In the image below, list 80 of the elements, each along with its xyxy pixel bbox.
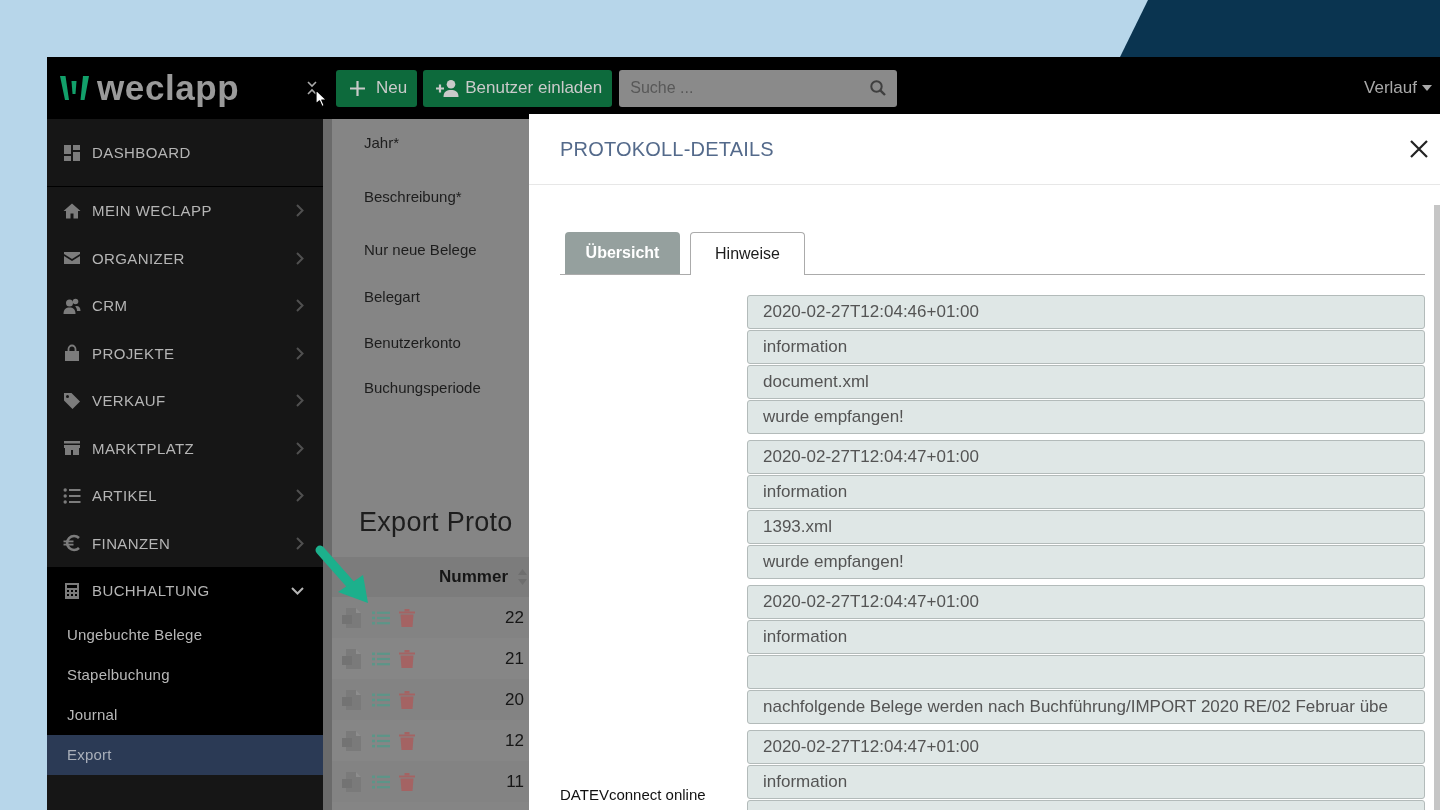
trash-icon[interactable]	[399, 731, 415, 750]
bag-icon	[63, 344, 81, 363]
trash-icon[interactable]	[399, 690, 415, 709]
sidebar-item[interactable]: VERKAUF	[47, 377, 323, 425]
readonly-field: nachfolgende Belege werden nach Buchführung/IMPORT 2020 RE/02 Februar übe	[747, 690, 1425, 724]
sidebar-item[interactable]: MEIN WECLAPP	[47, 187, 323, 235]
new-button[interactable]: Neu	[336, 69, 418, 107]
table-cell: 12	[505, 730, 524, 751]
close-button[interactable]	[1410, 140, 1428, 158]
invite-user-button[interactable]: Benutzer einladen	[423, 69, 613, 107]
form-label: Beschreibung*	[364, 187, 462, 207]
form-label: Benutzerkonto	[364, 333, 461, 353]
readonly-field: information	[747, 330, 1425, 364]
readonly-field: wurde empfangen!	[747, 545, 1425, 579]
logo-text[interactable]: weclapp	[97, 68, 240, 108]
submenu-item[interactable]: Ungebuchte Belege	[47, 614, 323, 655]
tab[interactable]: Hinweise	[690, 232, 805, 275]
field-label: DATEVconnect online	[560, 786, 706, 804]
tag-icon	[63, 391, 81, 410]
list-icon	[63, 486, 81, 505]
section-heading: Export Proto	[359, 506, 513, 539]
users-icon	[63, 296, 81, 315]
home-icon	[63, 201, 81, 220]
sidebar-item[interactable]: ARTIKEL	[47, 472, 323, 520]
history-menu[interactable]: Verlauf	[1364, 78, 1432, 98]
document-icon[interactable]	[342, 688, 362, 711]
sidebar-item[interactable]: PROJEKTE	[47, 329, 323, 377]
logo-icon	[60, 75, 89, 101]
submenu-item[interactable]: Journal	[47, 694, 323, 735]
readonly-field: information	[747, 765, 1425, 799]
document-icon[interactable]	[342, 606, 362, 629]
readonly-field: information	[747, 475, 1425, 509]
readonly-field: information	[747, 620, 1425, 654]
mouse-cursor-icon	[315, 89, 328, 108]
readonly-field: 2020-02-27T12:04:47+01:00	[747, 730, 1425, 764]
sidebar-item[interactable]: CRM	[47, 282, 323, 330]
table-cell: 22	[505, 607, 524, 628]
readonly-field: wurde empfangen!	[747, 400, 1425, 434]
plus-icon	[350, 80, 365, 96]
readonly-field: 1393.xml	[747, 510, 1425, 544]
dashboard-icon	[63, 143, 81, 162]
form-label: Nur neue Belege	[364, 240, 477, 260]
readonly-field: 2020-02-27T12:04:47+01:00	[747, 585, 1425, 619]
search-icon[interactable]	[870, 80, 887, 96]
submenu-item[interactable]: Export	[47, 734, 323, 775]
euro-icon	[63, 534, 81, 553]
submenu-item[interactable]: Stapelbuchung	[47, 654, 323, 695]
sidebar-item[interactable]: ORGANIZER	[47, 234, 323, 282]
list-icon[interactable]	[372, 692, 390, 707]
table-cell: 11	[506, 771, 524, 792]
document-icon[interactable]	[342, 770, 362, 793]
readonly-field: 2020-02-27T12:04:47+01:00	[747, 440, 1425, 474]
form-label: Jahr*	[364, 133, 400, 153]
caret-icon	[1422, 85, 1432, 91]
trash-icon[interactable]	[399, 772, 415, 791]
store-icon	[63, 439, 81, 458]
collapse-icon[interactable]	[306, 80, 318, 96]
trash-icon[interactable]	[399, 608, 415, 627]
trash-icon[interactable]	[399, 649, 415, 668]
list-icon[interactable]	[372, 733, 390, 748]
sidebar-item[interactable]: MARKTPLATZ	[47, 424, 323, 472]
list-icon[interactable]	[372, 774, 390, 789]
list-icon[interactable]	[372, 651, 390, 666]
scrollbar[interactable]	[1434, 205, 1440, 810]
column-header[interactable]: Nummer	[439, 567, 508, 587]
readonly-field: document.xml	[747, 365, 1425, 399]
list-icon[interactable]	[372, 610, 390, 625]
document-icon[interactable]	[342, 729, 362, 752]
sidebar-item[interactable]: BUCHHALTUNG	[47, 567, 323, 615]
close-icon	[1410, 140, 1428, 158]
form-label: Belegart	[364, 287, 420, 307]
readonly-field: 2020-02-27T12:04:46+01:00	[747, 295, 1425, 329]
sidebar-item[interactable]: FINANZEN	[47, 519, 323, 567]
document-icon[interactable]	[342, 647, 362, 670]
table-cell: 21	[505, 648, 524, 669]
table-cell: 20	[505, 689, 524, 710]
form-label: Buchungsperiode	[364, 378, 481, 398]
calculator-icon	[63, 581, 81, 600]
person-plus-icon	[436, 79, 460, 97]
dialog-title: PROTOKOLL-DETAILS	[560, 137, 774, 161]
